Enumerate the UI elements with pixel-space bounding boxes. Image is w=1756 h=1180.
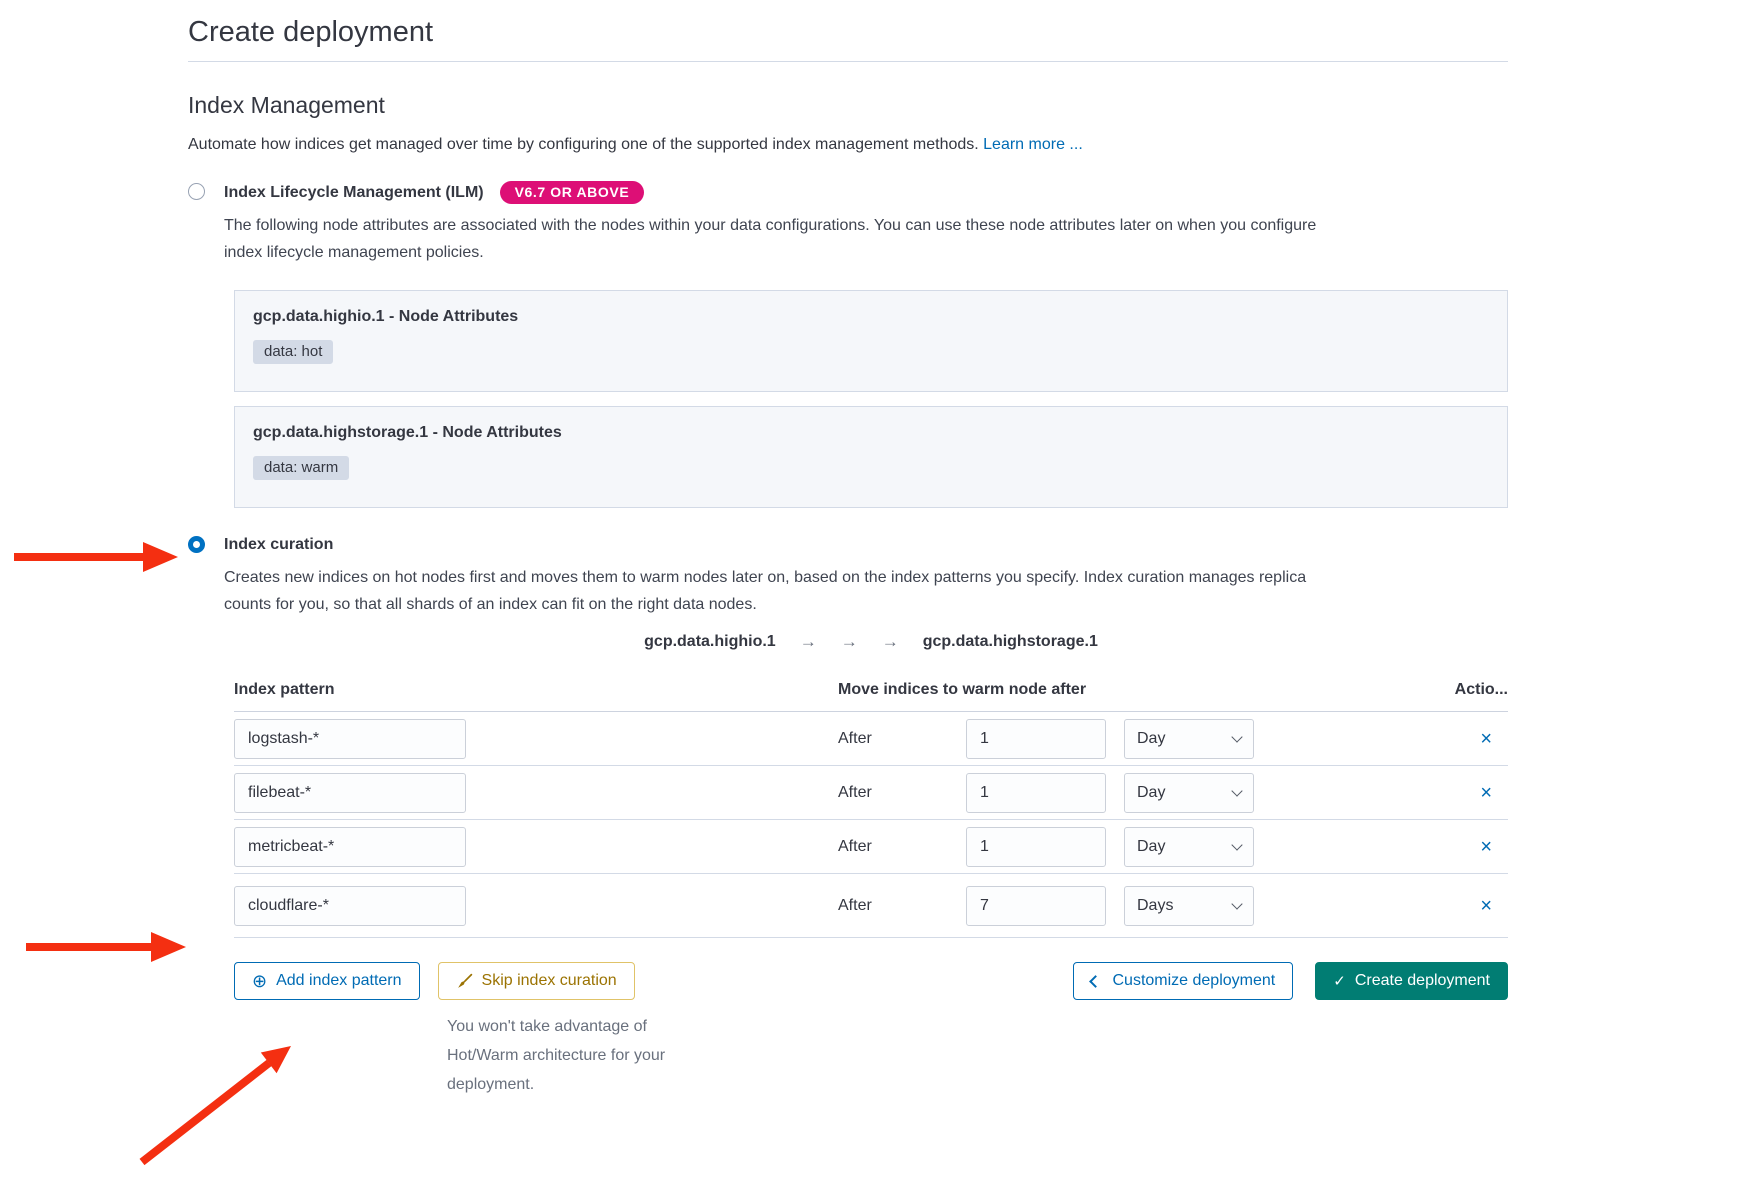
warm-after-value-input[interactable]: [966, 827, 1106, 867]
annotation-arrow-index-curation: [12, 540, 182, 574]
column-header-move-indices: Move indices to warm node after: [838, 681, 1086, 699]
table-row-metricbeat: After Day ×: [234, 820, 1508, 874]
section-title-index-management: Index Management: [188, 92, 1508, 119]
time-unit-select[interactable]: Days: [1124, 886, 1254, 926]
skip-curation-warning-text: You won't take advantage of Hot/Warm arc…: [447, 1012, 675, 1099]
table-row-filebeat: After Day ×: [234, 766, 1508, 820]
after-label: After: [838, 730, 882, 748]
ilm-option-body: Index Lifecycle Management (ILM) V6.7 OR…: [224, 181, 1329, 266]
index-pattern-input[interactable]: [234, 827, 466, 867]
learn-more-link[interactable]: Learn more ...: [983, 136, 1083, 153]
column-header-index-pattern: Index pattern: [234, 681, 466, 699]
index-pattern-input[interactable]: [234, 886, 466, 926]
flow-target-node: gcp.data.highstorage.1: [923, 633, 1098, 651]
table-row-cloudflare: After Days ×: [234, 874, 1508, 938]
ilm-option-description: The following node attributes are associ…: [224, 212, 1329, 266]
index-curation-radio[interactable]: [188, 536, 205, 553]
index-pattern-input[interactable]: [234, 719, 466, 759]
main-content: Create deployment Index Management Autom…: [188, 0, 1508, 1099]
flow-arrow-icon: →: [882, 632, 899, 652]
time-unit-value: Days: [1137, 897, 1173, 915]
flow-arrow-icon: →: [841, 632, 858, 652]
index-pattern-input[interactable]: [234, 773, 466, 813]
page-title: Create deployment: [188, 16, 1508, 62]
flow-source-node: gcp.data.highio.1: [644, 633, 776, 651]
after-label: After: [838, 897, 882, 915]
chevron-down-icon: [1231, 731, 1242, 742]
ilm-radio[interactable]: [188, 183, 205, 200]
node-attribute-badge-warm: data: warm: [253, 456, 349, 480]
option-ilm: Index Lifecycle Management (ILM) V6.7 OR…: [188, 181, 1508, 266]
section-description-text: Automate how indices get managed over ti…: [188, 136, 979, 153]
time-unit-select[interactable]: Day: [1124, 719, 1254, 759]
chevron-left-icon: [1090, 975, 1103, 988]
curation-option-body: Index curation Creates new indices on ho…: [224, 534, 1344, 618]
flow-arrow-icon: →: [800, 632, 817, 652]
plus-circle-icon: ⊕: [252, 972, 267, 990]
time-unit-select[interactable]: Day: [1124, 827, 1254, 867]
option-index-curation: Index curation Creates new indices on ho…: [188, 534, 1508, 618]
create-deployment-button[interactable]: ✓ Create deployment: [1315, 962, 1508, 1000]
column-header-actions: Actio...: [1444, 681, 1508, 699]
curation-option-description: Creates new indices on hot nodes first a…: [224, 564, 1344, 618]
remove-row-icon[interactable]: ×: [1480, 896, 1492, 916]
time-unit-value: Day: [1137, 730, 1165, 748]
hot-warm-flow: gcp.data.highio.1 → → → gcp.data.highsto…: [234, 632, 1508, 652]
node-panel-highstorage: gcp.data.highstorage.1 - Node Attributes…: [234, 406, 1508, 508]
skip-index-curation-button[interactable]: Skip index curation: [438, 962, 635, 1000]
customize-deployment-label: Customize deployment: [1112, 972, 1275, 990]
node-attribute-badge-hot: data: hot: [253, 340, 333, 364]
broom-icon: [456, 973, 473, 990]
curation-option-label[interactable]: Index curation: [224, 534, 333, 556]
chevron-down-icon: [1231, 785, 1242, 796]
customize-deployment-button[interactable]: Customize deployment: [1073, 962, 1293, 1000]
annotation-arrow-cloudflare-row: [24, 930, 194, 964]
section-description: Automate how indices get managed over ti…: [188, 135, 1508, 155]
table-row-logstash: After Day ×: [234, 712, 1508, 766]
remove-row-icon[interactable]: ×: [1480, 729, 1492, 749]
version-badge: V6.7 OR ABOVE: [500, 181, 645, 204]
warm-after-value-input[interactable]: [966, 719, 1106, 759]
remove-row-icon[interactable]: ×: [1480, 837, 1492, 857]
time-unit-select[interactable]: Day: [1124, 773, 1254, 813]
skip-index-curation-label: Skip index curation: [482, 972, 617, 990]
actions-bar: ⊕ Add index pattern Skip index curation …: [234, 962, 1508, 1000]
index-pattern-table: Index pattern Move indices to warm node …: [234, 652, 1508, 938]
warm-after-value-input[interactable]: [966, 886, 1106, 926]
chevron-down-icon: [1231, 839, 1242, 850]
check-icon: ✓: [1333, 972, 1346, 990]
table-header-row: Index pattern Move indices to warm node …: [234, 652, 1508, 712]
node-panel-highio: gcp.data.highio.1 - Node Attributes data…: [234, 290, 1508, 392]
after-label: After: [838, 838, 882, 856]
time-unit-value: Day: [1137, 784, 1165, 802]
ilm-option-label[interactable]: Index Lifecycle Management (ILM): [224, 182, 484, 204]
remove-row-icon[interactable]: ×: [1480, 783, 1492, 803]
add-index-pattern-label: Add index pattern: [276, 972, 401, 990]
warm-after-value-input[interactable]: [966, 773, 1106, 813]
chevron-down-icon: [1231, 898, 1242, 909]
after-label: After: [838, 784, 882, 802]
node-panel-highstorage-title: gcp.data.highstorage.1 - Node Attributes: [253, 424, 1489, 442]
create-deployment-label: Create deployment: [1355, 972, 1490, 990]
add-index-pattern-button[interactable]: ⊕ Add index pattern: [234, 962, 420, 1000]
node-panel-highio-title: gcp.data.highio.1 - Node Attributes: [253, 308, 1489, 326]
time-unit-value: Day: [1137, 838, 1165, 856]
